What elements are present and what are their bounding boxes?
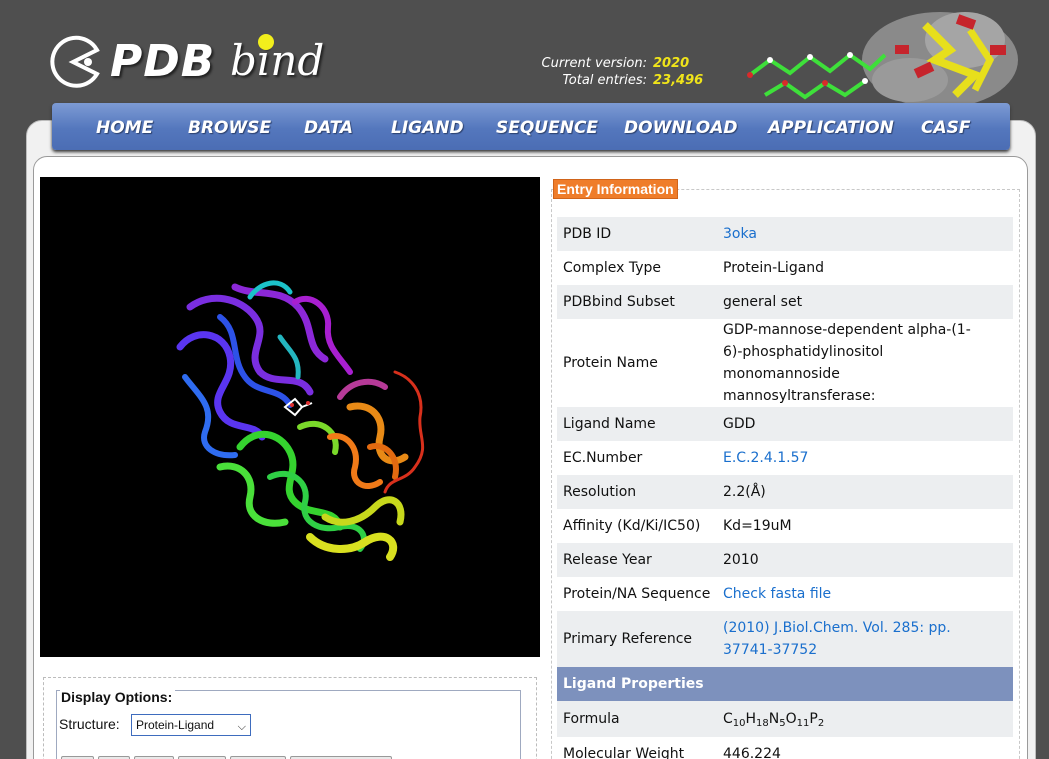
total-entries-line: Total entries: 23,496 (520, 72, 704, 89)
table-row: Protein Name GDP-mannose-dependent alpha… (557, 319, 1013, 407)
structure-select[interactable]: Protein-Ligand ⌵ (131, 714, 251, 736)
entry-info-table: PDB ID 3oka Complex Type Protein-Ligand … (557, 217, 1013, 759)
current-version-value: 2020 (653, 56, 690, 71)
formula-element: P (809, 711, 818, 727)
field-key: Primary Reference (557, 611, 717, 667)
pdb-id-link[interactable]: 3oka (717, 217, 1013, 251)
table-row: Molecular Weight 446.224 (557, 737, 1013, 759)
field-key: Protein Name (557, 319, 717, 407)
field-key: Formula (557, 701, 717, 737)
table-row: Affinity (Kd/Ki/IC50) Kd=19uM (557, 509, 1013, 543)
chevron-down-icon: ⌵ (237, 721, 246, 733)
formula-element: C (723, 711, 733, 727)
table-row: Formula C10H18N5O11P2 (557, 701, 1013, 737)
field-value: 446.224 (717, 737, 1013, 759)
table-row: Primary Reference (2010) J.Biol.Chem. Vo… (557, 611, 1013, 667)
nav-ligand[interactable]: LIGAND (391, 118, 464, 138)
table-row: PDB ID 3oka (557, 217, 1013, 251)
field-key: PDBbind Subset (557, 285, 717, 319)
formula-value: C10H18N5O11P2 (717, 701, 1013, 737)
current-version-line: Current version: 2020 (520, 55, 695, 72)
formula-count: 11 (796, 718, 810, 729)
table-row: EC.Number E.C.2.4.1.57 (557, 441, 1013, 475)
table-row: Release Year 2010 (557, 543, 1013, 577)
formula-count: 10 (732, 718, 746, 729)
molecule-banner-image (747, 12, 1018, 108)
logo-dot (258, 34, 274, 50)
structure-label: Structure: (59, 716, 120, 732)
field-key: EC.Number (557, 441, 717, 475)
table-row: Protein/NA Sequence Check fasta file (557, 577, 1013, 611)
nav-application[interactable]: APPLICATION (768, 118, 894, 138)
nav-download[interactable]: DOWNLOAD (624, 118, 738, 138)
logo-text-pdb: PDB (110, 36, 216, 87)
table-row: Complex Type Protein-Ligand (557, 251, 1013, 285)
total-entries-label: Total entries: (562, 73, 647, 88)
nav-sequence[interactable]: SEQUENCE (496, 118, 598, 138)
current-version-label: Current version: (541, 56, 647, 71)
logo-text-bind: bind (230, 36, 325, 85)
field-value: GDP-mannose-dependent alpha-(1-6)-phosph… (717, 319, 1013, 407)
field-key: PDB ID (557, 217, 717, 251)
field-value: Protein-Ligand (717, 251, 1013, 285)
field-value: 2.2(Å) (717, 475, 1013, 509)
formula-element: O (785, 711, 797, 727)
field-key: Molecular Weight (557, 737, 717, 759)
field-value: GDD (717, 407, 1013, 441)
version-info: Current version: 2020 Total entries: 23,49… (520, 55, 704, 89)
table-row: Resolution 2.2(Å) (557, 475, 1013, 509)
main-nav: HOME BROWSE DATA LIGAND SEQUENCE DOWNLOA… (52, 103, 1010, 150)
field-key: Affinity (Kd/Ki/IC50) (557, 509, 717, 543)
display-options-legend: Display Options: (60, 689, 176, 705)
section-header-row: Ligand Properties (557, 667, 1013, 701)
field-key: Ligand Name (557, 407, 717, 441)
field-key: Complex Type (557, 251, 717, 285)
field-key: Resolution (557, 475, 717, 509)
field-value: Kd=19uM (717, 509, 1013, 543)
structure-3d-viewer[interactable] (40, 177, 540, 657)
entry-info-legend: Entry Information (553, 179, 678, 199)
field-value: 2010 (717, 543, 1013, 577)
nav-data[interactable]: DATA (304, 118, 353, 138)
protein-ribbon-render (176, 280, 425, 561)
formula-element: H (745, 711, 757, 727)
nav-browse[interactable]: BROWSE (188, 118, 271, 138)
ec-number-link[interactable]: E.C.2.4.1.57 (717, 441, 1013, 475)
field-value: general set (717, 285, 1013, 319)
field-key: Release Year (557, 543, 717, 577)
pdbbind-logo[interactable]: PDB bind (44, 34, 344, 90)
formula-count: 2 (817, 718, 825, 729)
pacman-logo-icon (50, 35, 100, 88)
primary-reference-link[interactable]: (2010) J.Biol.Chem. Vol. 285: pp. 37741-… (717, 611, 1013, 667)
structure-select-value: Protein-Ligand (136, 718, 215, 732)
nav-home[interactable]: HOME (96, 118, 153, 138)
formula-count: 18 (756, 718, 769, 729)
field-key: Protein/NA Sequence (557, 577, 717, 611)
fasta-file-link[interactable]: Check fasta file (717, 577, 1013, 611)
table-row: PDBbind Subset general set (557, 285, 1013, 319)
total-entries-value: 23,496 (653, 73, 704, 88)
table-row: Ligand Name GDD (557, 407, 1013, 441)
nav-casf[interactable]: CASF (921, 118, 971, 138)
formula-element: N (768, 711, 780, 727)
ligand-properties-header: Ligand Properties (557, 667, 1013, 701)
